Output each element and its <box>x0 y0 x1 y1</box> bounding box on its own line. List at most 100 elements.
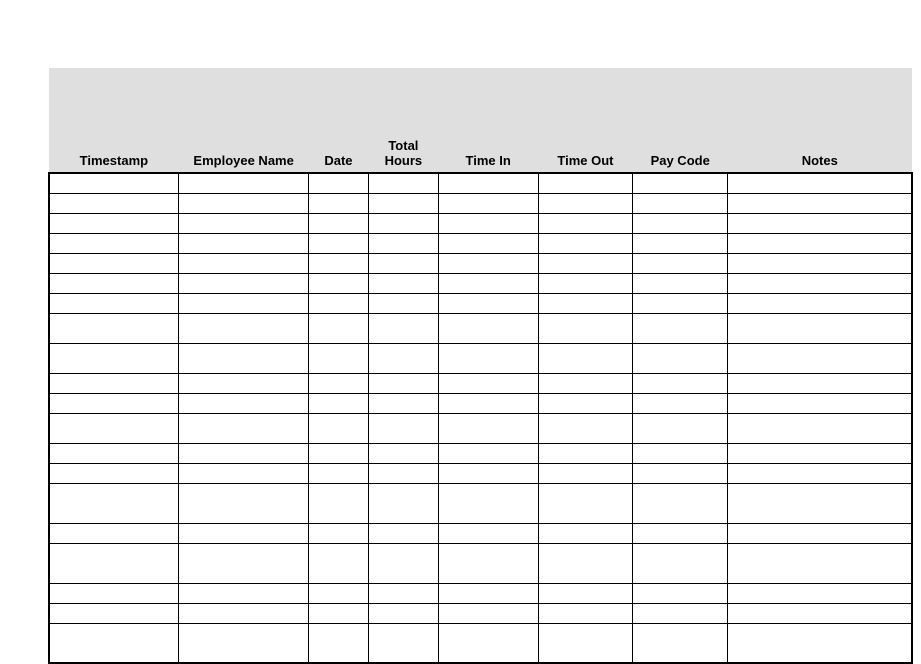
cell-time-out <box>538 443 633 463</box>
cell-notes <box>728 253 912 273</box>
cell-time-out <box>538 463 633 483</box>
cell-timestamp <box>49 233 179 253</box>
cell-time-in <box>438 293 538 313</box>
cell-total-hours <box>368 463 438 483</box>
header-employee-name: Employee Name <box>179 68 309 173</box>
cell-date <box>309 483 369 523</box>
cell-employee-name <box>179 603 309 623</box>
cell-time-in <box>438 313 538 343</box>
cell-total-hours <box>368 603 438 623</box>
cell-employee-name <box>179 293 309 313</box>
cell-total-hours <box>368 253 438 273</box>
cell-notes <box>728 373 912 393</box>
cell-notes <box>728 293 912 313</box>
cell-employee-name <box>179 193 309 213</box>
cell-employee-name <box>179 253 309 273</box>
cell-time-out <box>538 583 633 603</box>
cell-pay-code <box>633 233 728 253</box>
cell-time-in <box>438 213 538 233</box>
table-row <box>49 173 912 193</box>
cell-timestamp <box>49 603 179 623</box>
cell-date <box>309 543 369 583</box>
cell-pay-code <box>633 523 728 543</box>
cell-pay-code <box>633 623 728 663</box>
cell-time-in <box>438 523 538 543</box>
cell-notes <box>728 603 912 623</box>
cell-notes <box>728 443 912 463</box>
cell-pay-code <box>633 603 728 623</box>
cell-pay-code <box>633 313 728 343</box>
cell-total-hours <box>368 543 438 583</box>
cell-notes <box>728 523 912 543</box>
cell-total-hours <box>368 583 438 603</box>
cell-pay-code <box>633 193 728 213</box>
cell-date <box>309 523 369 543</box>
timesheet-document: Timestamp Employee Name Date TotalHours … <box>0 68 921 664</box>
cell-time-out <box>538 413 633 443</box>
cell-total-hours <box>368 443 438 463</box>
cell-time-in <box>438 253 538 273</box>
table-row <box>49 293 912 313</box>
cell-date <box>309 463 369 483</box>
table-row <box>49 273 912 293</box>
cell-total-hours <box>368 293 438 313</box>
table-body <box>49 173 912 663</box>
cell-timestamp <box>49 253 179 273</box>
cell-date <box>309 393 369 413</box>
cell-date <box>309 193 369 213</box>
cell-pay-code <box>633 213 728 233</box>
cell-timestamp <box>49 343 179 373</box>
cell-timestamp <box>49 523 179 543</box>
cell-time-in <box>438 583 538 603</box>
cell-time-out <box>538 253 633 273</box>
header-pay-code: Pay Code <box>633 68 728 173</box>
cell-time-out <box>538 523 633 543</box>
cell-time-out <box>538 543 633 583</box>
cell-notes <box>728 413 912 443</box>
cell-timestamp <box>49 313 179 343</box>
cell-notes <box>728 343 912 373</box>
cell-pay-code <box>633 483 728 523</box>
cell-timestamp <box>49 583 179 603</box>
cell-date <box>309 583 369 603</box>
cell-total-hours <box>368 523 438 543</box>
cell-date <box>309 373 369 393</box>
header-notes: Notes <box>728 68 912 173</box>
table-row <box>49 623 912 663</box>
cell-timestamp <box>49 293 179 313</box>
cell-total-hours <box>368 393 438 413</box>
cell-time-out <box>538 623 633 663</box>
cell-pay-code <box>633 373 728 393</box>
cell-pay-code <box>633 463 728 483</box>
cell-timestamp <box>49 543 179 583</box>
cell-employee-name <box>179 443 309 463</box>
cell-total-hours <box>368 483 438 523</box>
cell-date <box>309 443 369 463</box>
table-row <box>49 543 912 583</box>
cell-notes <box>728 273 912 293</box>
cell-time-in <box>438 373 538 393</box>
cell-notes <box>728 393 912 413</box>
cell-employee-name <box>179 483 309 523</box>
cell-time-out <box>538 193 633 213</box>
cell-employee-name <box>179 373 309 393</box>
table-row <box>49 233 912 253</box>
cell-total-hours <box>368 373 438 393</box>
table-row <box>49 253 912 273</box>
header-date: Date <box>309 68 369 173</box>
cell-time-in <box>438 603 538 623</box>
cell-time-out <box>538 393 633 413</box>
cell-timestamp <box>49 413 179 443</box>
cell-time-in <box>438 233 538 253</box>
cell-total-hours <box>368 623 438 663</box>
cell-notes <box>728 543 912 583</box>
cell-date <box>309 213 369 233</box>
header-time-in: Time In <box>438 68 538 173</box>
cell-timestamp <box>49 173 179 193</box>
table-row <box>49 413 912 443</box>
header-timestamp: Timestamp <box>49 68 179 173</box>
cell-time-in <box>438 543 538 583</box>
cell-time-in <box>438 443 538 463</box>
table-row <box>49 393 912 413</box>
header-time-out: Time Out <box>538 68 633 173</box>
